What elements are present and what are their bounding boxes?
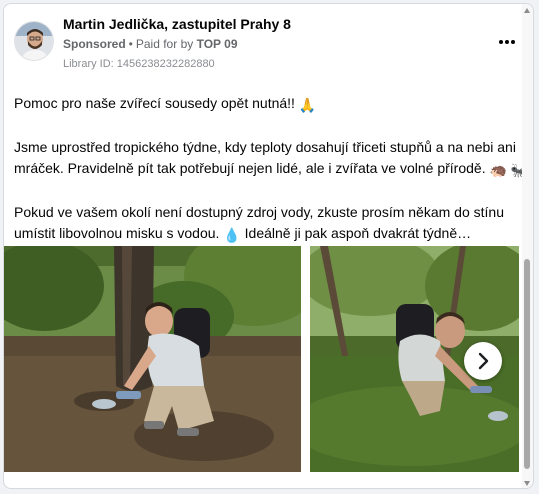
message-paragraph-2: Jsme uprostřed tropického týdne, kdy tep… [14,137,530,181]
vertical-scrollbar[interactable] [522,4,533,488]
scroll-down-arrow-icon[interactable] [524,481,530,486]
ad-post-card: Martin Jedlička, zastupitel Prahy 8 Spon… [3,3,534,489]
message-paragraph-1: Pomoc pro naše zvířecí sousedy opět nutn… [14,93,530,116]
author-name[interactable]: Martin Jedlička, zastupitel Prahy 8 [63,16,291,32]
post-header: Martin Jedlička, zastupitel Prahy 8 Spon… [4,4,533,84]
message-paragraph-3: Pokud ve vašem okolí není dostupný zdroj… [14,202,530,246]
chevron-right-icon [478,352,489,370]
author-avatar[interactable] [14,21,54,61]
scroll-up-arrow-icon[interactable] [524,8,530,13]
library-id: Library ID: 1456238232282880 [63,58,215,70]
more-horizontal-icon [499,40,515,44]
paid-for-by-label: Paid for by [135,37,194,51]
carousel-next-button[interactable] [464,342,502,380]
post-message: Pomoc pro naše zvířecí sousedy opět nutn… [14,93,530,267]
photo-man-under-tree [4,246,301,472]
avatar-photo [15,22,53,60]
more-options-button[interactable] [495,32,519,52]
sponsor-line: Sponsored • Paid for by TOP 09 [63,37,238,51]
sponsored-label: Sponsored [63,37,126,51]
payer-name[interactable]: TOP 09 [197,37,238,51]
photo-carousel [4,246,533,474]
separator-dot: • [128,37,133,51]
scrollbar-thumb[interactable] [524,259,530,469]
droplet-emoji-icon: 💧 [223,227,241,243]
hedgehog-emoji-icon: 🦔 [489,162,507,178]
carousel-photo-1[interactable] [4,246,301,472]
pray-emoji-icon: 🙏 [298,97,317,113]
